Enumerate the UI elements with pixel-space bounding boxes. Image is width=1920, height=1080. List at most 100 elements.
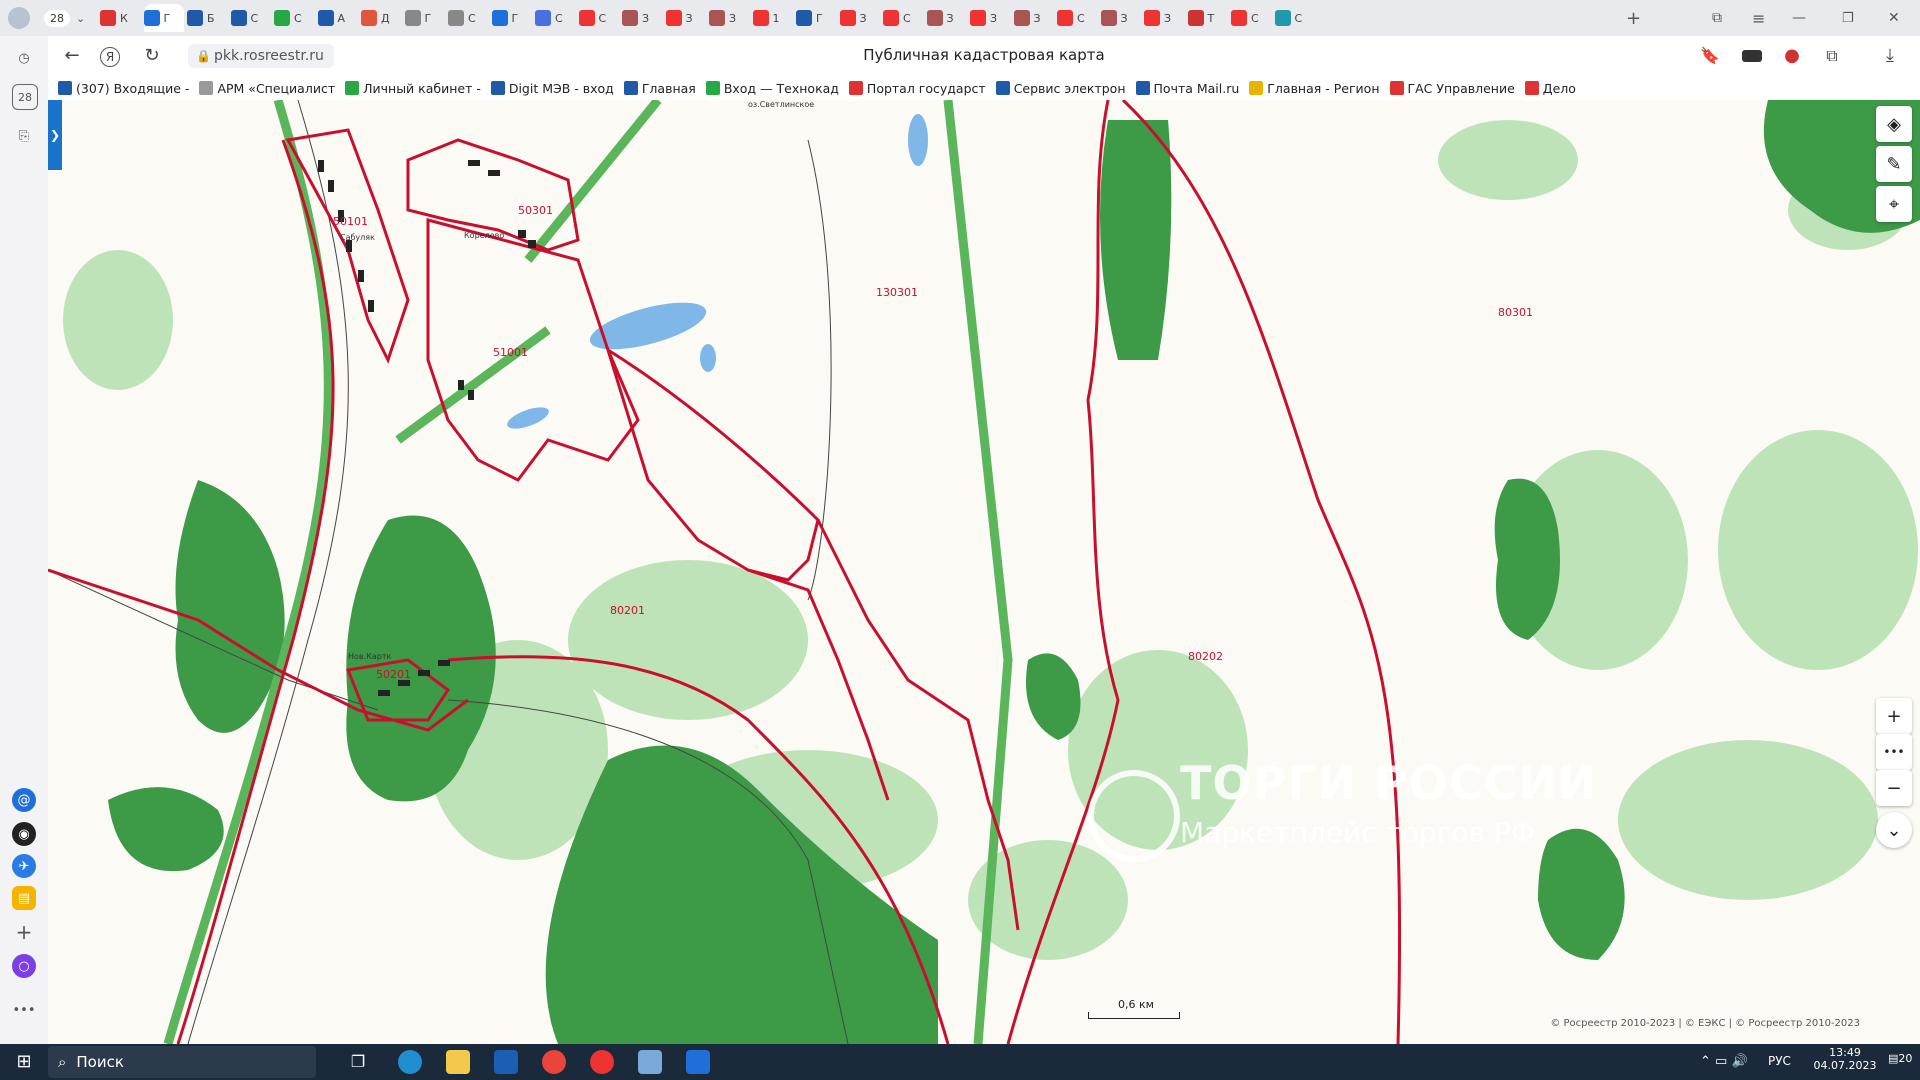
browser-tab[interactable]: Г: [404, 4, 445, 32]
ruler-icon[interactable]: ✎: [1876, 146, 1912, 182]
zoom-out-icon[interactable]: −: [1876, 770, 1912, 806]
tab-count-button[interactable]: 28 ⌄: [44, 4, 92, 32]
browser-tab[interactable]: С: [883, 4, 923, 32]
profile-avatar[interactable]: [8, 4, 38, 32]
mail-app-icon[interactable]: @: [12, 788, 36, 812]
bookmark-item[interactable]: АРМ «Специалист: [199, 81, 335, 96]
notes-app-icon[interactable]: ▤: [12, 886, 36, 910]
layers-icon[interactable]: ◈: [1876, 106, 1912, 142]
place-label: Нов.Картк: [348, 652, 392, 661]
browser-tab[interactable]: Б: [187, 4, 227, 32]
minimize-icon[interactable]: —: [1792, 4, 1812, 32]
tray-icons[interactable]: ⌃ ▭ 🔊: [1700, 1054, 1748, 1069]
browser-tab[interactable]: З: [709, 4, 749, 32]
browser-tab[interactable]: Д: [361, 4, 401, 32]
app-icon-2[interactable]: [686, 1050, 710, 1074]
browser-tab[interactable]: С: [1057, 4, 1097, 32]
browser-tab[interactable]: С: [535, 4, 575, 32]
task-view-icon[interactable]: ❐: [346, 1050, 370, 1074]
language-indicator[interactable]: РУС: [1768, 1054, 1791, 1068]
tab-favicon-icon: [883, 10, 899, 26]
browser-tab[interactable]: К: [100, 4, 140, 32]
map-canvas[interactable]: [48, 100, 1920, 1044]
outlook-icon[interactable]: [494, 1050, 518, 1074]
calendar-icon[interactable]: 28: [12, 84, 38, 110]
tab-favicon-icon: [317, 10, 334, 26]
browser-tab[interactable]: З: [970, 4, 1010, 32]
tab-favicon-icon: [535, 10, 551, 26]
browser-tab[interactable]: 1: [752, 4, 793, 32]
alice-icon[interactable]: ○: [12, 954, 36, 978]
browser-tab[interactable]: Г: [491, 4, 532, 32]
compass-icon[interactable]: ⌄: [1876, 812, 1912, 848]
browser-tab[interactable]: З: [665, 4, 706, 32]
bookmark-item[interactable]: Digit МЭВ - вход: [490, 81, 614, 96]
browser-tab[interactable]: Т: [1187, 4, 1228, 32]
messenger-app-icon[interactable]: ✈: [12, 854, 36, 878]
add-app-icon[interactable]: +: [12, 920, 36, 944]
bookmark-icon[interactable]: 🔖: [1698, 44, 1722, 68]
map-sidebar-toggle[interactable]: ❯: [48, 100, 62, 170]
extension-icon[interactable]: [1738, 44, 1766, 68]
bookmark-item[interactable]: Личный кабинет -: [345, 81, 481, 96]
browser-tab[interactable]: З: [1100, 4, 1141, 32]
browser-tab[interactable]: С: [1231, 4, 1271, 32]
tab-favicon-icon: [274, 10, 290, 26]
tab-favicon-icon: [361, 10, 377, 26]
browser-tab[interactable]: Г: [796, 4, 836, 32]
locate-icon[interactable]: ⌖: [1876, 186, 1912, 222]
map-scale: 0,6 км: [1088, 998, 1180, 1019]
browser-tab[interactable]: З: [839, 4, 880, 32]
extension-icon-2[interactable]: ●: [1780, 44, 1804, 68]
browser-tab[interactable]: С: [1274, 4, 1315, 32]
bookmark-item[interactable]: ГАС Управление: [1389, 81, 1515, 96]
screenshot-icon[interactable]: ⎘: [12, 124, 36, 148]
bookmark-item[interactable]: Главная - Регион: [1249, 81, 1380, 96]
more-icon[interactable]: •••: [12, 998, 36, 1022]
bookmark-item[interactable]: Портал государст: [848, 81, 986, 96]
browser-tab[interactable]: С: [230, 4, 271, 32]
history-icon[interactable]: ◷: [12, 46, 36, 70]
bookmark-favicon-icon: [1135, 81, 1150, 95]
bookmark-label: Сервис электрон: [1013, 80, 1126, 96]
windows-start-icon[interactable]: ⊞: [12, 1050, 36, 1074]
zoom-in-icon[interactable]: +: [1876, 698, 1912, 734]
new-tab-icon[interactable]: +: [1626, 4, 1646, 32]
downloads-icon[interactable]: ⤓: [1878, 44, 1902, 68]
edge-icon[interactable]: [398, 1050, 422, 1074]
bookmark-item[interactable]: Дело: [1524, 81, 1576, 96]
clock[interactable]: 13:49 04.07.2023: [1810, 1046, 1880, 1072]
browser-tab[interactable]: З: [926, 4, 967, 32]
browser-tab[interactable]: З: [622, 4, 662, 32]
yandex-browser-icon[interactable]: [590, 1050, 614, 1074]
bookmark-item[interactable]: Сервис электрон: [995, 80, 1126, 96]
cadastral-map[interactable]: 50101 50301 51001 130301 80301 80201 50201 8020…: [48, 100, 1920, 1044]
browser-tab[interactable]: С: [274, 4, 314, 32]
camera-app-icon[interactable]: ◉: [12, 822, 36, 846]
browser-tab[interactable]: С: [578, 4, 619, 32]
browser-tab[interactable]: З: [1144, 4, 1184, 32]
app-icon[interactable]: [638, 1050, 662, 1074]
browser-tab[interactable]: А: [317, 4, 358, 32]
chrome-icon[interactable]: [542, 1050, 566, 1074]
tab-manager-icon[interactable]: ⧉: [1712, 4, 1732, 32]
close-icon[interactable]: ✕: [1888, 4, 1908, 32]
notification-icon[interactable]: ▤20: [1888, 1052, 1912, 1065]
bookmark-item[interactable]: (307) Входящие -: [58, 81, 189, 96]
tab-favicon-icon: [926, 10, 943, 26]
tab-label: С: [903, 11, 911, 25]
browser-tab[interactable]: С: [448, 4, 488, 32]
tab-favicon-icon: [1100, 10, 1117, 26]
explorer-icon[interactable]: [446, 1050, 470, 1074]
tab-favicon-icon: [622, 10, 638, 26]
browser-tab[interactable]: Г: [143, 4, 184, 32]
bookmark-item[interactable]: Главная: [623, 81, 696, 96]
bookmark-item[interactable]: Почта Mail.ru: [1135, 81, 1239, 96]
bookmark-item[interactable]: Вход — Технокад: [705, 81, 839, 96]
menu-icon[interactable]: ≡: [1752, 4, 1772, 32]
zoom-levels-icon[interactable]: •••: [1876, 734, 1912, 770]
maximize-icon[interactable]: ❐: [1842, 4, 1862, 32]
collections-icon[interactable]: ⧉: [1820, 44, 1844, 68]
taskbar-search[interactable]: ⌕ Поиск: [48, 1046, 316, 1078]
browser-tab[interactable]: З: [1013, 4, 1054, 32]
